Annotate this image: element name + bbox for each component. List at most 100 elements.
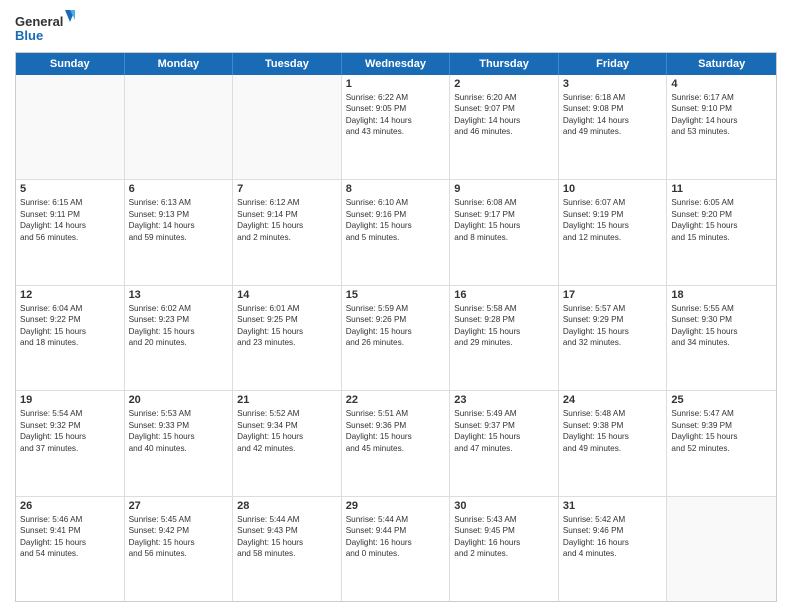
cell-daylight1: Daylight: 15 hours [237, 220, 337, 231]
cell-daylight1: Daylight: 15 hours [20, 537, 120, 548]
calendar-cell-3-7: 18 Sunrise: 5:55 AM Sunset: 9:30 PM Dayl… [667, 286, 776, 390]
cell-daylight2: and 2 minutes. [454, 548, 554, 559]
cell-sunset: Sunset: 9:16 PM [346, 209, 446, 220]
cell-daylight1: Daylight: 15 hours [671, 431, 772, 442]
cell-daylight1: Daylight: 15 hours [671, 220, 772, 231]
cell-sunrise: Sunrise: 5:59 AM [346, 303, 446, 314]
cell-daylight2: and 5 minutes. [346, 232, 446, 243]
cell-sunrise: Sunrise: 6:20 AM [454, 92, 554, 103]
calendar-cell-2-1: 5 Sunrise: 6:15 AM Sunset: 9:11 PM Dayli… [16, 180, 125, 284]
cell-sunrise: Sunrise: 5:53 AM [129, 408, 229, 419]
day-number: 11 [671, 183, 772, 195]
cell-sunset: Sunset: 9:08 PM [563, 103, 663, 114]
calendar-cell-4-4: 22 Sunrise: 5:51 AM Sunset: 9:36 PM Dayl… [342, 391, 451, 495]
cell-daylight1: Daylight: 16 hours [454, 537, 554, 548]
day-number: 13 [129, 289, 229, 301]
cell-daylight1: Daylight: 15 hours [346, 220, 446, 231]
cell-daylight1: Daylight: 14 hours [20, 220, 120, 231]
day-number: 15 [346, 289, 446, 301]
cell-daylight2: and 42 minutes. [237, 443, 337, 454]
cell-sunset: Sunset: 9:39 PM [671, 420, 772, 431]
cell-daylight2: and 45 minutes. [346, 443, 446, 454]
calendar-cell-2-6: 10 Sunrise: 6:07 AM Sunset: 9:19 PM Dayl… [559, 180, 668, 284]
cell-sunrise: Sunrise: 5:44 AM [346, 514, 446, 525]
cell-sunset: Sunset: 9:07 PM [454, 103, 554, 114]
cell-sunset: Sunset: 9:20 PM [671, 209, 772, 220]
day-number: 29 [346, 500, 446, 512]
cell-sunset: Sunset: 9:10 PM [671, 103, 772, 114]
calendar-cell-5-6: 31 Sunrise: 5:42 AM Sunset: 9:46 PM Dayl… [559, 497, 668, 601]
calendar-cell-4-5: 23 Sunrise: 5:49 AM Sunset: 9:37 PM Dayl… [450, 391, 559, 495]
day-number: 8 [346, 183, 446, 195]
calendar-cell-4-2: 20 Sunrise: 5:53 AM Sunset: 9:33 PM Dayl… [125, 391, 234, 495]
cell-daylight2: and 32 minutes. [563, 337, 663, 348]
cell-daylight2: and 29 minutes. [454, 337, 554, 348]
cell-daylight1: Daylight: 14 hours [671, 115, 772, 126]
day-number: 24 [563, 394, 663, 406]
day-number: 7 [237, 183, 337, 195]
cell-sunrise: Sunrise: 6:22 AM [346, 92, 446, 103]
cell-sunrise: Sunrise: 5:58 AM [454, 303, 554, 314]
calendar-cell-2-4: 8 Sunrise: 6:10 AM Sunset: 9:16 PM Dayli… [342, 180, 451, 284]
day-number: 12 [20, 289, 120, 301]
day-number: 2 [454, 78, 554, 90]
header-sunday: Sunday [16, 53, 125, 75]
header-friday: Friday [559, 53, 668, 75]
cell-sunrise: Sunrise: 5:52 AM [237, 408, 337, 419]
calendar-cell-3-2: 13 Sunrise: 6:02 AM Sunset: 9:23 PM Dayl… [125, 286, 234, 390]
cell-sunrise: Sunrise: 6:04 AM [20, 303, 120, 314]
cell-daylight2: and 59 minutes. [129, 232, 229, 243]
cell-daylight2: and 43 minutes. [346, 126, 446, 137]
page: General Blue Sunday Monday Tuesday Wedne… [0, 0, 792, 612]
calendar-cell-5-1: 26 Sunrise: 5:46 AM Sunset: 9:41 PM Dayl… [16, 497, 125, 601]
cell-sunset: Sunset: 9:45 PM [454, 525, 554, 536]
cell-daylight2: and 37 minutes. [20, 443, 120, 454]
header: General Blue [15, 10, 777, 46]
cell-daylight2: and 26 minutes. [346, 337, 446, 348]
calendar-cell-4-6: 24 Sunrise: 5:48 AM Sunset: 9:38 PM Dayl… [559, 391, 668, 495]
cell-sunrise: Sunrise: 5:47 AM [671, 408, 772, 419]
cell-daylight1: Daylight: 15 hours [454, 326, 554, 337]
day-number: 9 [454, 183, 554, 195]
calendar-cell-3-6: 17 Sunrise: 5:57 AM Sunset: 9:29 PM Dayl… [559, 286, 668, 390]
cell-sunset: Sunset: 9:44 PM [346, 525, 446, 536]
cell-sunrise: Sunrise: 6:12 AM [237, 197, 337, 208]
calendar-cell-1-2 [125, 75, 234, 179]
calendar-cell-1-7: 4 Sunrise: 6:17 AM Sunset: 9:10 PM Dayli… [667, 75, 776, 179]
day-number: 26 [20, 500, 120, 512]
logo: General Blue [15, 10, 75, 46]
day-number: 28 [237, 500, 337, 512]
cell-daylight1: Daylight: 15 hours [237, 431, 337, 442]
cell-daylight1: Daylight: 15 hours [129, 537, 229, 548]
cell-daylight2: and 20 minutes. [129, 337, 229, 348]
cell-daylight1: Daylight: 15 hours [20, 326, 120, 337]
day-number: 16 [454, 289, 554, 301]
calendar-cell-5-7 [667, 497, 776, 601]
calendar-cell-3-5: 16 Sunrise: 5:58 AM Sunset: 9:28 PM Dayl… [450, 286, 559, 390]
cell-sunrise: Sunrise: 5:42 AM [563, 514, 663, 525]
cell-daylight2: and 47 minutes. [454, 443, 554, 454]
cell-daylight2: and 34 minutes. [671, 337, 772, 348]
calendar-cell-1-3 [233, 75, 342, 179]
day-number: 14 [237, 289, 337, 301]
header-wednesday: Wednesday [342, 53, 451, 75]
cell-sunset: Sunset: 9:22 PM [20, 314, 120, 325]
day-number: 27 [129, 500, 229, 512]
cell-daylight1: Daylight: 16 hours [346, 537, 446, 548]
cell-sunrise: Sunrise: 6:15 AM [20, 197, 120, 208]
day-number: 21 [237, 394, 337, 406]
cell-sunset: Sunset: 9:28 PM [454, 314, 554, 325]
cell-sunset: Sunset: 9:19 PM [563, 209, 663, 220]
cell-sunrise: Sunrise: 5:49 AM [454, 408, 554, 419]
svg-text:Blue: Blue [15, 28, 43, 43]
cell-daylight2: and 56 minutes. [129, 548, 229, 559]
cell-daylight2: and 54 minutes. [20, 548, 120, 559]
day-number: 30 [454, 500, 554, 512]
cell-sunrise: Sunrise: 6:18 AM [563, 92, 663, 103]
header-saturday: Saturday [667, 53, 776, 75]
calendar-cell-5-4: 29 Sunrise: 5:44 AM Sunset: 9:44 PM Dayl… [342, 497, 451, 601]
cell-sunrise: Sunrise: 5:46 AM [20, 514, 120, 525]
cell-daylight2: and 2 minutes. [237, 232, 337, 243]
day-number: 25 [671, 394, 772, 406]
cell-daylight1: Daylight: 15 hours [563, 431, 663, 442]
